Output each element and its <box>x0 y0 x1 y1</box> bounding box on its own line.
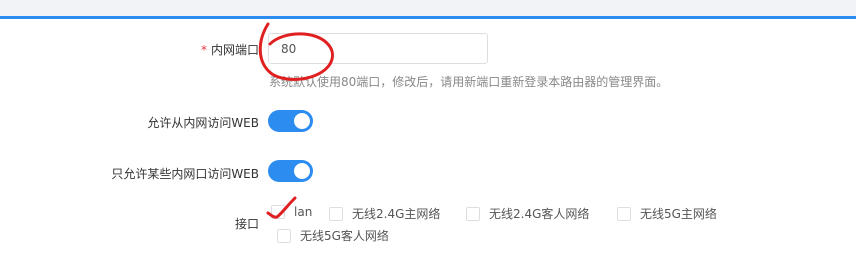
interface-checkbox-wifi24-guest[interactable]: 无线2.4G客人网络 <box>466 205 589 222</box>
required-mark: * <box>200 43 207 57</box>
top-accent-line <box>0 16 856 19</box>
interface-checkbox-wifi5-main[interactable]: 无线5G主网络 <box>617 205 717 222</box>
interface-option-label: lan <box>294 205 313 219</box>
port-label-text: 内网端口 <box>210 43 259 57</box>
interface-option-label: 无线2.4G客人网络 <box>489 207 590 221</box>
interface-checkbox-wifi5-guest[interactable]: 无线5G客人网络 <box>277 227 389 244</box>
port-input[interactable] <box>268 33 488 64</box>
checkbox-box[interactable] <box>466 206 480 221</box>
allow-lan-web-label: 允许从内网访问WEB <box>147 116 259 130</box>
checkbox-box[interactable] <box>617 206 631 221</box>
interface-checkbox-wifi24-main[interactable]: 无线2.4G主网络 <box>329 205 440 222</box>
switch-knob <box>294 113 310 129</box>
interface-checkbox-lan[interactable]: lan <box>271 205 312 219</box>
top-header-bar <box>0 0 856 16</box>
port-hint: 系统默认使用80端口，修改后，请用新端口重新登录本路由器的管理界面。 <box>269 75 669 89</box>
switch-knob <box>294 163 310 179</box>
allow-some-lan-web-switch[interactable] <box>268 160 313 182</box>
allow-some-lan-web-label: 只允许某些内网口访问WEB <box>111 167 259 181</box>
checkbox-box[interactable] <box>277 228 291 243</box>
checkbox-box[interactable] <box>271 205 285 219</box>
interface-option-label: 无线2.4G主网络 <box>352 207 441 221</box>
interface-option-label: 无线5G客人网络 <box>300 229 389 243</box>
checkbox-box[interactable] <box>329 206 343 221</box>
interface-option-label: 无线5G主网络 <box>640 207 717 221</box>
port-label: * 内网端口 <box>201 41 259 58</box>
interfaces-label: 接口 <box>234 217 259 231</box>
allow-lan-web-switch[interactable] <box>268 110 313 132</box>
